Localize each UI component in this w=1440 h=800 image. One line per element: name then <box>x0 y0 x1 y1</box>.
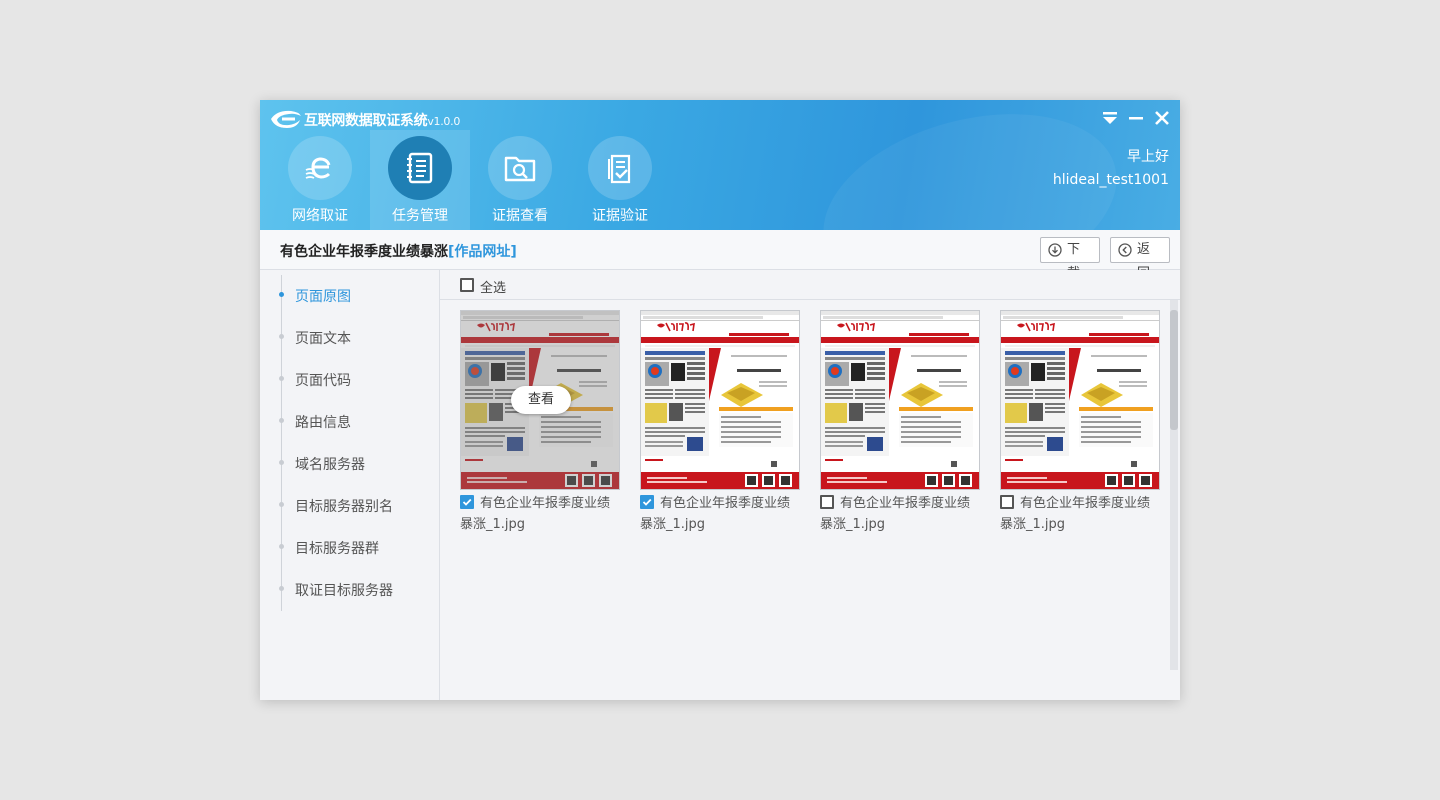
nav-label: 任务管理 <box>392 208 448 224</box>
newspaper-screenshot-image <box>1001 311 1159 489</box>
e-capture-icon <box>305 157 331 179</box>
sidebar-item-label: 域名服务器 <box>295 457 365 473</box>
thumbnail-filename: 有色企业年报季度业绩暴涨_1.jpg <box>1000 496 1151 532</box>
sidebar-item-label: 页面原图 <box>295 289 351 305</box>
gallery-panel: 全选 查看 有色企业年报季度业绩暴涨_1.jpg 有色企业年报季度业绩暴涨_1.… <box>440 270 1180 700</box>
checkmark-icon <box>642 498 652 506</box>
thumbnail-filename: 有色企业年报季度业绩暴涨_1.jpg <box>460 496 611 532</box>
app-title: 互联网数据取证系统v1.0.0 <box>304 113 461 129</box>
minimize-button[interactable] <box>1127 109 1145 127</box>
thumbnail-checkbox[interactable] <box>460 495 474 509</box>
app-version: v1.0.0 <box>427 115 461 128</box>
sidebar-item-label: 目标服务器别名 <box>295 499 393 515</box>
thumbnail-checkbox[interactable] <box>820 495 834 509</box>
select-all-checkbox[interactable] <box>460 278 474 292</box>
thumbnail-image[interactable]: 查看 <box>460 310 620 490</box>
sidebar-item-page-original[interactable]: 页面原图 <box>260 281 439 311</box>
task-title-bar: 有色企业年报季度业绩暴涨[作品网址] 下载 返回 <box>260 230 1180 281</box>
thumbnail-card[interactable]: 有色企业年报季度业绩暴涨_1.jpg <box>1000 310 1160 540</box>
sidebar-item-label: 路由信息 <box>295 415 351 431</box>
folder-search-icon <box>504 156 536 182</box>
select-all-bar: 全选 <box>440 270 1180 300</box>
close-icon <box>1155 111 1169 125</box>
thumbnail-card[interactable]: 有色企业年报季度业绩暴涨_1.jpg <box>640 310 800 540</box>
nav-icon-circle <box>388 136 452 200</box>
minimize-icon <box>1129 117 1143 120</box>
nav-label: 证据查看 <box>492 208 548 224</box>
thumbnail-filename: 有色企业年报季度业绩暴涨_1.jpg <box>640 496 791 532</box>
nav-network-capture[interactable]: 网络取证 <box>270 130 370 230</box>
app-window: 互联网数据取证系统v1.0.0 早上好 hlideal_test1001 网络取… <box>260 100 1180 700</box>
view-button[interactable]: 查看 <box>511 386 571 414</box>
thumbnail-image[interactable] <box>640 310 800 490</box>
checkmark-icon <box>462 498 472 506</box>
back-icon <box>1118 243 1132 257</box>
nav-icon-circle <box>488 136 552 200</box>
task-title: 有色企业年报季度业绩暴涨[作品网址] <box>280 244 517 260</box>
thumbnail-card[interactable]: 有色企业年报季度业绩暴涨_1.jpg <box>820 310 980 540</box>
scrollbar[interactable] <box>1170 300 1178 670</box>
newspaper-screenshot-image <box>641 311 799 489</box>
thumbnail-image[interactable] <box>1000 310 1160 490</box>
sidebar-dot <box>279 460 284 465</box>
sidebar-dot <box>279 292 284 297</box>
sidebar: 页面原图 页面文本 页面代码 路由信息 域名服务器 目标服务器别名 目标服务器群… <box>260 270 440 700</box>
greeting: 早上好 <box>1127 149 1169 165</box>
header: 互联网数据取证系统v1.0.0 早上好 hlideal_test1001 网络取… <box>260 100 1180 230</box>
sidebar-dot <box>279 376 284 381</box>
nav-label: 证据验证 <box>592 208 648 224</box>
sidebar-item-server-alias[interactable]: 目标服务器别名 <box>260 491 439 521</box>
menu-dropdown-button[interactable] <box>1101 109 1119 127</box>
download-button[interactable]: 下载 <box>1040 237 1100 281</box>
sidebar-item-label: 页面代码 <box>295 373 351 389</box>
thumbnail-image[interactable] <box>820 310 980 490</box>
work-url-link[interactable]: [作品网址] <box>448 244 517 260</box>
sidebar-item-page-code[interactable]: 页面代码 <box>260 365 439 395</box>
close-button[interactable] <box>1153 109 1171 127</box>
download-icon <box>1048 243 1062 257</box>
sidebar-dot <box>279 418 284 423</box>
sidebar-dot <box>279 334 284 339</box>
sidebar-item-label: 取证目标服务器 <box>295 583 393 599</box>
sidebar-item-page-text[interactable]: 页面文本 <box>260 323 439 353</box>
thumbnail-checkbox[interactable] <box>1000 495 1014 509</box>
nav-icon-circle <box>588 136 652 200</box>
sidebar-dot <box>279 502 284 507</box>
sidebar-item-label: 目标服务器群 <box>295 541 379 557</box>
nav-task-management[interactable]: 任务管理 <box>370 130 470 230</box>
sidebar-item-server-cluster[interactable]: 目标服务器群 <box>260 533 439 563</box>
sidebar-item-route-info[interactable]: 路由信息 <box>260 407 439 437</box>
newspaper-screenshot-image <box>821 311 979 489</box>
menu-down-icon <box>1103 112 1117 124</box>
notebook-icon <box>407 152 433 184</box>
nav-label: 网络取证 <box>292 208 348 224</box>
document-check-icon <box>608 154 631 184</box>
nav-evidence-verify[interactable]: 证据验证 <box>570 130 670 230</box>
sidebar-item-dns-server[interactable]: 域名服务器 <box>260 449 439 479</box>
app-logo-icon <box>271 110 301 128</box>
back-button[interactable]: 返回 <box>1110 237 1170 281</box>
sidebar-item-evidence-server[interactable]: 取证目标服务器 <box>260 575 439 605</box>
select-all-label: 全选 <box>480 281 507 296</box>
scroll-thumb[interactable] <box>1170 310 1178 430</box>
thumbnail-filename: 有色企业年报季度业绩暴涨_1.jpg <box>820 496 971 532</box>
thumbnail-card[interactable]: 查看有色企业年报季度业绩暴涨_1.jpg <box>460 310 620 540</box>
nav-icon-circle <box>288 136 352 200</box>
sidebar-dot <box>279 586 284 591</box>
thumbnail-checkbox[interactable] <box>640 495 654 509</box>
sidebar-item-label: 页面文本 <box>295 331 351 347</box>
nav-evidence-view[interactable]: 证据查看 <box>470 130 570 230</box>
username: hlideal_test1001 <box>1052 172 1169 188</box>
sidebar-dot <box>279 544 284 549</box>
